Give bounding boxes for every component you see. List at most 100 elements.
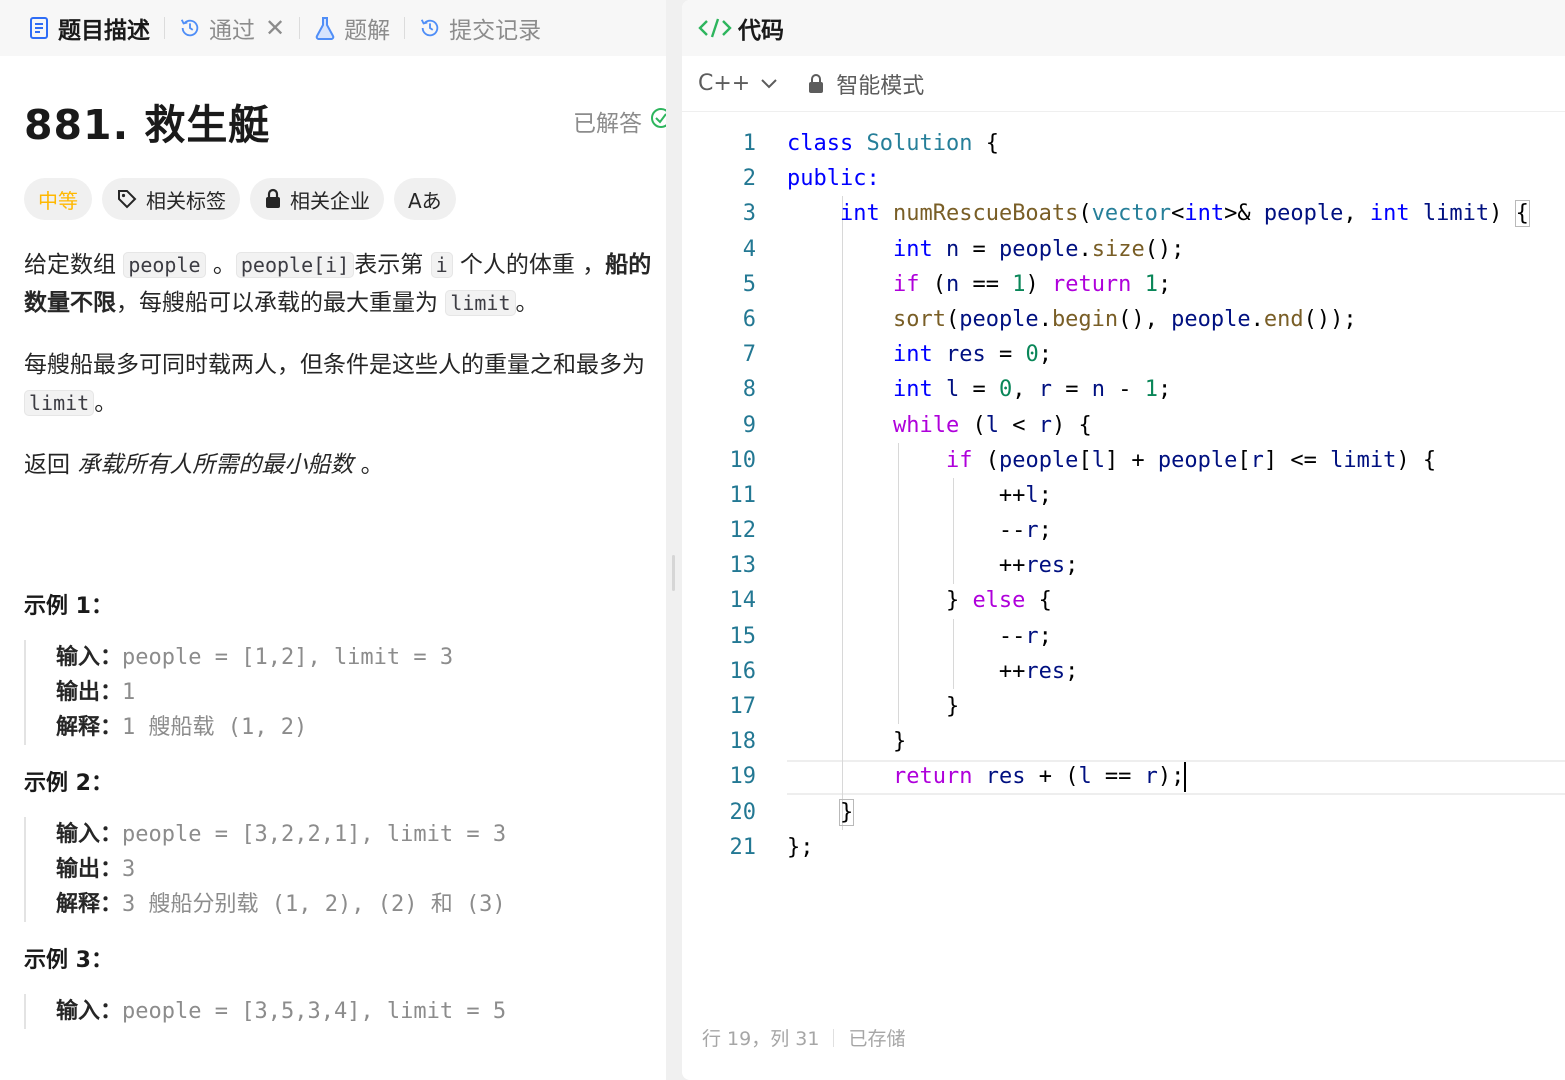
code-line: 12 --r; [682, 513, 1565, 548]
line-number: 14 [729, 588, 757, 614]
code-line: 8 int l = 0, r = n - 1; [682, 372, 1565, 407]
problem-tabs: 题目描述 通过 ✕ 题解 提交记录 [0, 0, 666, 56]
code-line: 10 if (people[l] + people[r] <= limit) { [682, 443, 1565, 478]
tab-solutions[interactable]: 题解 [304, 0, 400, 56]
example-explain: 1 艘船载 (1, 2) [122, 715, 308, 740]
code-line: 17 } [682, 689, 1565, 724]
doc-icon [28, 15, 50, 41]
example-block: 输入：people = [3,5,3,4], limit = 5 [24, 994, 666, 1029]
code-editor[interactable]: 1 class Solution { 2 public: 3 int numResc… [682, 126, 1565, 865]
code-text: int numRescueBoats(vector<int>& people, … [839, 200, 1530, 228]
related-tags-button[interactable]: 相关标签 [102, 178, 240, 220]
code-text: if (people[l] + people[r] <= limit) { [945, 447, 1437, 473]
history-icon [419, 15, 441, 41]
tab-label: 提交记录 [449, 18, 542, 44]
inline-code: people[i] [235, 252, 355, 278]
tab-label: 题目描述 [58, 18, 150, 44]
code-text: --r; [787, 518, 1052, 544]
description-paragraph: 返回 承载所有人所需的最小船数 。 [24, 446, 666, 484]
line-number: 10 [729, 447, 757, 473]
text: 给定数组 [24, 252, 124, 278]
lock-icon [264, 188, 282, 210]
code-text: } [787, 694, 960, 719]
code-header: 代码 [682, 0, 1565, 56]
text: 。 [353, 452, 384, 478]
inline-code: people [123, 252, 206, 278]
output-label: 输出： [56, 680, 123, 705]
language-select[interactable]: C++ [698, 71, 778, 96]
code-line-current: 19 return res + (l == r); [682, 759, 1565, 794]
difficulty-badge: 中等 [24, 178, 92, 220]
line-number: 16 [729, 658, 757, 684]
line-number: 3 [742, 201, 756, 227]
translate-icon: Aあ [408, 188, 442, 213]
translate-button[interactable]: Aあ [394, 178, 456, 220]
title-row: 881. 救生艇 已解答 [24, 56, 666, 186]
tab-divider [299, 17, 301, 39]
line-number: 19 [729, 764, 757, 790]
text: 个人的体重 ， [452, 252, 606, 278]
line-number: 9 [742, 412, 756, 438]
explain-label: 解释： [56, 892, 123, 917]
chevron-down-icon [760, 78, 778, 90]
tab-description[interactable]: 题目描述 [18, 0, 160, 56]
code-text: int n = people.size(); [892, 236, 1185, 262]
line-number: 8 [742, 377, 756, 403]
editor-toolbar: C++ 智能模式 [682, 56, 1565, 112]
text: 返回 [24, 452, 78, 478]
text: 表示第 [354, 252, 431, 278]
resize-handle[interactable] [672, 555, 675, 591]
example-title: 示例 3： [24, 948, 113, 973]
related-companies-label: 相关企业 [290, 188, 370, 213]
example-block: 输入：people = [3,2,2,1], limit = 3 输出：3 解释… [24, 817, 666, 922]
inline-code: limit [24, 390, 95, 416]
example-output: 1 [122, 680, 136, 705]
tab-label: 题解 [344, 18, 391, 44]
code-line: 9 while (l < r) { [682, 408, 1565, 443]
save-status: 已存储 [848, 1028, 906, 1050]
code-text: while (l < r) { [892, 412, 1092, 438]
solved-status: 已解答 [573, 104, 666, 138]
line-number: 15 [729, 623, 757, 649]
code-line: 11 ++l; [682, 478, 1565, 513]
text: 。 [515, 290, 539, 316]
example-output: 3 [122, 857, 136, 882]
example-input: people = [3,5,3,4], limit = 5 [122, 999, 507, 1024]
code-text: ++l; [787, 482, 1052, 508]
inline-code: i [430, 252, 453, 278]
tab-label: 通过 [209, 18, 255, 44]
related-companies-button[interactable]: 相关企业 [250, 178, 384, 220]
problem-panel: 题目描述 通过 ✕ 题解 提交记录 881. 救生艇 已解答 中等 相关标签 相… [0, 0, 666, 1080]
close-icon[interactable]: ✕ [265, 14, 285, 42]
description-paragraph: 每艘船最多可同时载两人，但条件是这些人的重量之和最多为 limit。 [24, 346, 666, 422]
status-divider [833, 1028, 835, 1047]
flask-icon [314, 15, 336, 41]
text: 。 [94, 390, 118, 416]
code-line: 3 int numRescueBoats(vector<int>& people… [682, 196, 1565, 231]
code-text: if (n == 1) return 1; [892, 271, 1172, 297]
panel-resizer[interactable] [666, 0, 682, 1080]
code-text: } else { [787, 588, 1052, 614]
text-cursor [1184, 762, 1187, 793]
tab-accepted[interactable]: 通过 ✕ [169, 0, 295, 56]
solved-label: 已解答 [573, 111, 642, 137]
line-number: 6 [742, 306, 756, 332]
line-number: 1 [742, 131, 756, 156]
code-line: 7 int res = 0; [682, 337, 1565, 372]
code-text: } [787, 729, 907, 755]
code-line: 15 --r; [682, 619, 1565, 654]
example-title: 示例 1： [24, 594, 113, 619]
line-number: 5 [742, 271, 756, 297]
tab-submissions[interactable]: 提交记录 [409, 0, 551, 56]
mode-label: 智能模式 [836, 73, 925, 99]
code-text: class Solution { [787, 131, 999, 156]
check-circle-icon [650, 107, 666, 135]
problem-tags: 中等 相关标签 相关企业 Aあ [24, 178, 666, 220]
code-line: 21}; [682, 830, 1565, 865]
lock-icon [808, 73, 824, 94]
smart-mode[interactable]: 智能模式 [808, 68, 924, 100]
line-number: 2 [742, 166, 756, 192]
code-line: 14 } else { [682, 583, 1565, 618]
example-explain: 3 艘船分别载 (1, 2), (2) 和 (3) [122, 892, 506, 917]
code-text: public: [787, 166, 880, 192]
